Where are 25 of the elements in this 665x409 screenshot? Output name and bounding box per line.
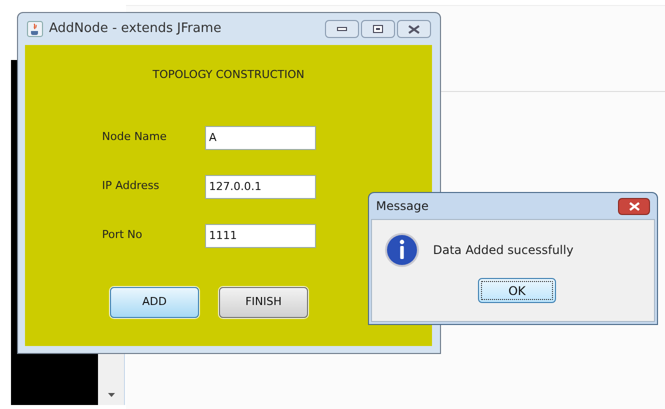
- maximize-button[interactable]: [361, 20, 395, 38]
- window-title: AddNode - extends JFrame: [49, 20, 222, 38]
- dialog-title: Message: [376, 198, 429, 215]
- down-arrow-icon[interactable]: [108, 393, 114, 397]
- input-field[interactable]: 127.0.0.1: [205, 174, 316, 198]
- field-label: Port No: [102, 227, 144, 244]
- close-button[interactable]: [618, 198, 650, 214]
- form-button[interactable]: FINISH: [219, 286, 308, 318]
- form-button[interactable]: ADD: [110, 286, 199, 318]
- form-heading: TOPOLOGY CONSTRUCTION: [152, 67, 304, 83]
- minimize-icon: [337, 27, 347, 31]
- info-icon: [384, 232, 420, 268]
- field-label: IP Address: [102, 178, 160, 194]
- input-field[interactable]: A: [205, 126, 316, 150]
- minimize-button[interactable]: [325, 20, 359, 38]
- java-cup-icon: [27, 21, 43, 37]
- maximize-icon: [373, 25, 383, 33]
- close-icon: [628, 202, 640, 210]
- ok-button[interactable]: OK: [478, 278, 556, 303]
- message-text: Data Added sucessfully: [433, 242, 574, 259]
- close-button[interactable]: [397, 20, 431, 38]
- input-field[interactable]: 1111: [205, 224, 316, 248]
- field-label: Node Name: [102, 129, 168, 146]
- close-icon: [408, 24, 420, 34]
- scrollbar[interactable]: [98, 354, 125, 405]
